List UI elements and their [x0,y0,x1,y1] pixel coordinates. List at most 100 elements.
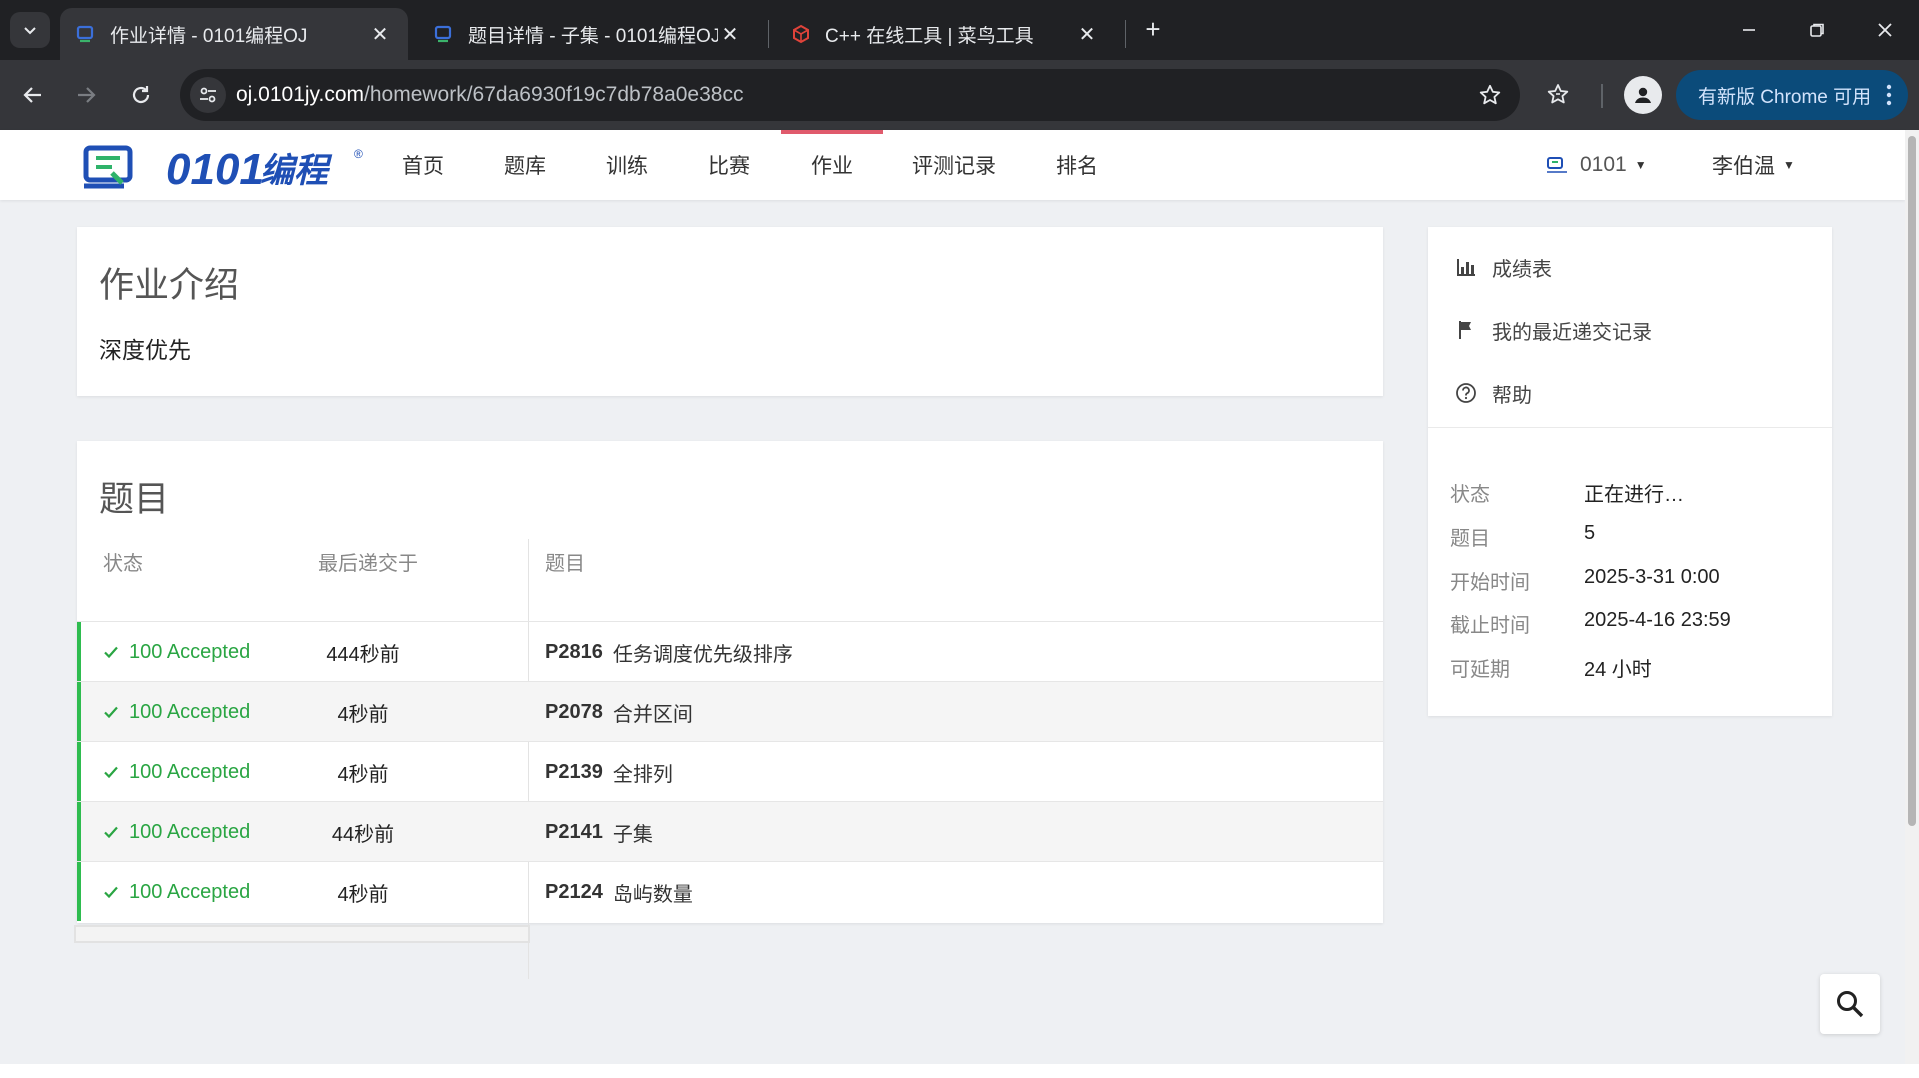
problem-name: 任务调度优先级排序 [612,643,793,666]
check-icon [104,646,118,659]
table-row[interactable]: 100 Accepted 4秒前 P2078 合并区间 [77,681,1383,741]
cube-favicon-icon [793,24,809,44]
table-row[interactable]: 100 Accepted 4秒前 P2139 全排列 [77,741,1383,801]
url-text[interactable]: oj.0101jy.com/homework/67da6930f19c7db78… [236,83,743,107]
problem-link[interactable]: P2816 任务调度优先级排序 [545,622,793,682]
submit-time: 4秒前 [337,883,389,906]
nav-problem-set-label: 题库 [504,155,546,178]
my-submissions-link[interactable]: 我的最近递交记录 [1454,310,1652,350]
table-horizontal-scrollbar[interactable] [74,925,530,943]
site-header: 0101 编程 ® 首页 题库 训练 比赛 作业 评测记录 排名 0101 ▼ … [0,130,1905,200]
info-value-problems: 5 [1584,522,1596,544]
close-tab-icon[interactable]: ✕ [368,22,392,46]
bookmark-star-button[interactable] [1476,81,1504,109]
domain-logo-icon [1547,157,1567,173]
status-cell[interactable]: 100 Accepted [103,862,250,922]
status-cell[interactable]: 100 Accepted [103,742,250,802]
info-label-status: 状态 [1450,484,1490,506]
problem-link[interactable]: P2139 全排列 [545,742,673,802]
tab-search-button[interactable] [10,12,50,48]
browser-tab-homework[interactable]: 作业详情 - 0101编程OJ ✕ [60,8,408,60]
chrome-update-button[interactable]: 有新版 Chrome 可用 [1676,70,1908,120]
nav-homework[interactable]: 作业 [781,130,883,200]
problem-id: P2816 [545,640,603,663]
chevron-down-icon: ▼ [1783,158,1795,172]
svg-text:0101: 0101 [166,145,264,192]
nav-problem-set[interactable]: 题库 [504,130,546,200]
toolbar-divider [1601,84,1603,108]
star-list-icon [1547,84,1569,104]
browser-tab-problem[interactable]: 题目详情 - 子集 - 0101编程OJ ✕ [418,8,758,60]
nav-homework-label: 作业 [811,155,853,178]
close-tab-icon[interactable]: ✕ [1075,22,1099,46]
new-tab-button[interactable]: + [1138,14,1168,44]
tab-title: 题目详情 - 子集 - 0101编程OJ [468,25,718,47]
nav-training[interactable]: 训练 [606,130,648,200]
check-icon [104,886,118,899]
profile-button[interactable] [1624,76,1662,114]
site-info-button[interactable] [190,77,226,113]
homework-intro-card: 作业介绍 深度优先 [77,227,1383,396]
info-label-deadline: 截止时间 [1450,615,1530,637]
close-window-button[interactable] [1852,0,1918,60]
arrow-left-icon [23,87,41,103]
problem-id: P2141 [545,820,603,843]
problem-link[interactable]: P2078 合并区间 [545,682,693,742]
user-menu[interactable]: 李伯温 ▼ [1712,130,1795,200]
status-cell[interactable]: 100 Accepted [103,682,250,742]
status-cell[interactable]: 100 Accepted [103,622,250,682]
floating-search-button[interactable] [1820,974,1880,1034]
check-icon [104,826,118,839]
tab-separator [768,20,769,48]
problem-name: 全排列 [612,763,673,786]
nav-ranking[interactable]: 排名 [1056,130,1098,200]
help-label: 帮助 [1492,384,1532,407]
nav-records-label: 评测记录 [912,155,996,178]
status-accent-bar [77,742,81,801]
back-button[interactable] [14,76,52,114]
browser-tab-runoob[interactable]: C++ 在线工具 | 菜鸟工具 ✕ [775,8,1115,60]
status-accent-bar [77,862,81,921]
check-icon [104,766,118,779]
reload-icon [132,86,150,104]
arrow-right-icon [78,87,96,103]
forward-button[interactable] [67,76,105,114]
table-row[interactable]: 100 Accepted 44秒前 P2141 子集 [77,801,1383,861]
nav-training-label: 训练 [606,155,648,178]
problem-id: P2139 [545,760,603,783]
close-tab-icon[interactable]: ✕ [718,22,742,46]
status-accent-bar [77,802,81,861]
nav-home[interactable]: 首页 [402,130,444,200]
flag-icon [1454,318,1478,342]
submit-time: 444秒前 [326,643,400,666]
scrollbar-thumb[interactable] [1908,136,1916,826]
tab-title: 作业详情 - 0101编程OJ [110,25,308,47]
problem-link[interactable]: P2141 子集 [545,802,653,862]
table-row[interactable]: 100 Accepted 4秒前 P2124 岛屿数量 [77,861,1383,921]
status-text: 100 Accepted [129,640,251,663]
bookmarks-button[interactable] [1539,76,1577,114]
help-link[interactable]: 帮助 [1454,373,1532,413]
status-accent-bar [77,622,81,681]
table-row[interactable]: 100 Accepted 444秒前 P2816 任务调度优先级排序 [77,621,1383,681]
chevron-down-icon [24,27,36,35]
site-logo[interactable]: 0101 编程 ® [82,140,372,192]
nav-records[interactable]: 评测记录 [912,130,996,200]
problem-link[interactable]: P2124 岛屿数量 [545,862,693,922]
restore-button[interactable] [1784,0,1850,60]
page-scrollbar[interactable] [1905,130,1919,1066]
domain-switcher[interactable]: 0101 ▼ [1546,130,1647,200]
reload-button[interactable] [122,76,160,114]
sidebar-divider [1428,427,1832,428]
chevron-down-icon: ▼ [1634,158,1647,172]
submit-time: 4秒前 [337,703,389,726]
submit-time: 44秒前 [331,823,395,846]
scoreboard-link[interactable]: 成绩表 [1454,247,1552,287]
status-text: 100 Accepted [129,760,251,783]
address-bar[interactable]: oj.0101jy.com/homework/67da6930f19c7db78… [180,69,1520,121]
header-status: 状态 [103,553,143,575]
status-cell[interactable]: 100 Accepted [103,802,250,862]
more-vert-icon [1886,84,1892,106]
nav-contest[interactable]: 比赛 [708,130,750,200]
minimize-button[interactable] [1716,0,1782,60]
